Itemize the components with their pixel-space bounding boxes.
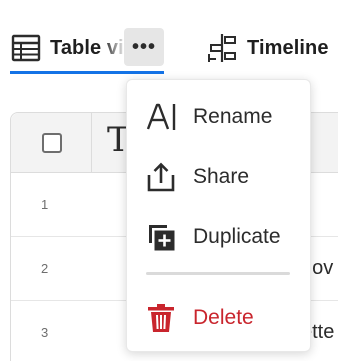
menu-item-rename[interactable]: Rename [127,92,310,142]
more-horizontal-icon: ••• [131,36,156,58]
view-tab-bar: Table view ••• Timeline [0,0,338,76]
duplicate-icon [145,221,177,253]
share-upload-icon [145,161,177,193]
menu-item-share[interactable]: Share [127,152,310,202]
tab-timeline[interactable]: Timeline [205,30,329,66]
menu-item-duplicate[interactable]: Duplicate [127,212,310,262]
screen: Table view ••• Timeline [0,0,338,361]
column-divider [91,113,92,173]
timeline-icon [205,32,239,64]
menu-item-label: Share [193,165,250,188]
tab-table-view[interactable]: Table view [10,30,126,66]
row-number: 3 [41,325,49,340]
table-grid-icon [10,32,42,64]
row-number: 1 [41,197,49,212]
rename-text-cursor-icon [145,101,177,133]
row-number: 2 [41,261,49,276]
menu-item-label: Rename [193,105,273,128]
menu-item-delete[interactable]: Delete [127,293,310,343]
active-tab-indicator [10,71,164,74]
menu-divider [146,272,290,275]
trash-icon [145,302,177,334]
select-all-checkbox[interactable] [42,133,62,153]
tab-timeline-label: Timeline [247,36,329,59]
tab-table-label: Table view [50,36,126,59]
menu-item-label: Delete [193,306,254,329]
menu-item-label: Duplicate [193,225,281,248]
view-options-menu: Rename Share Duplicate Delete [126,79,311,352]
more-options-button[interactable]: ••• [124,28,164,66]
